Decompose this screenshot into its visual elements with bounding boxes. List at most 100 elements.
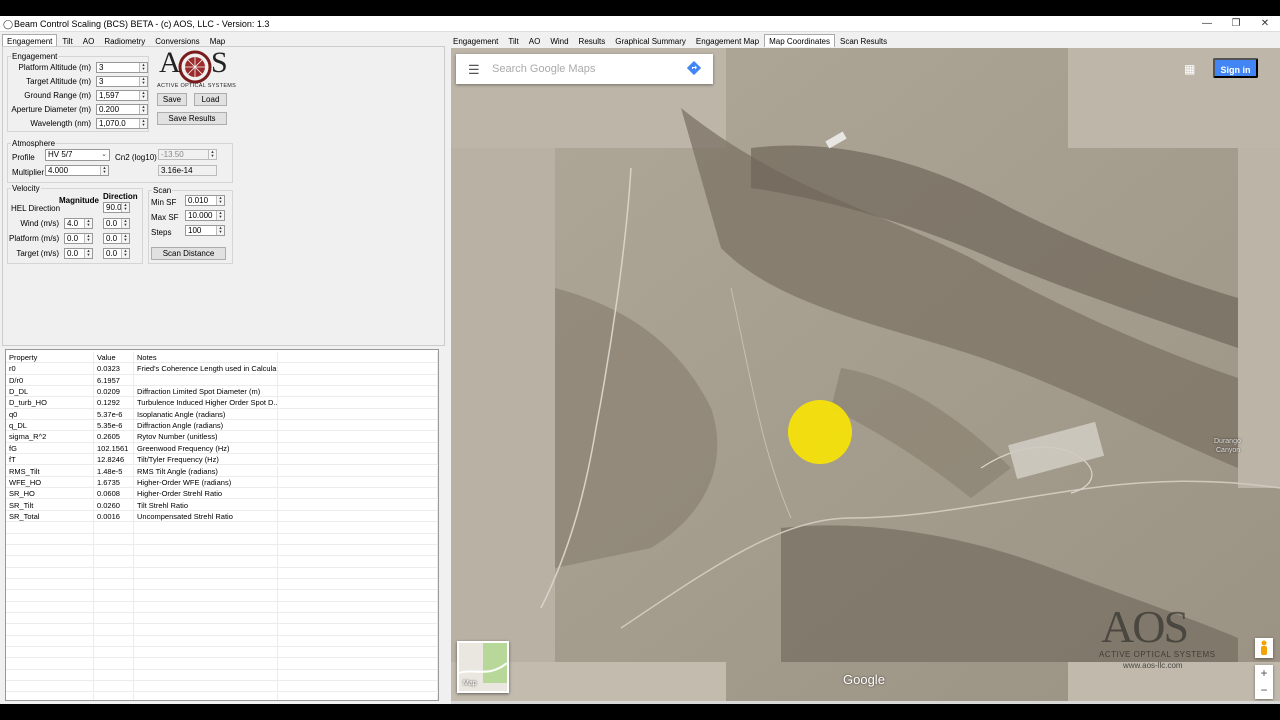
load-button[interactable]: Load: [194, 93, 227, 106]
steps-field[interactable]: 100 ▲ ▼: [185, 225, 225, 236]
table-row[interactable]: [6, 692, 438, 700]
table-row[interactable]: [6, 579, 438, 591]
velocity-direction-field[interactable]: 0.0 ▲ ▼: [103, 233, 130, 244]
right-tab-engagement-map[interactable]: Engagement Map: [691, 34, 764, 47]
directions-icon[interactable]: [687, 61, 701, 75]
spinner-icon[interactable]: ▲ ▼: [84, 234, 92, 243]
maximize-button[interactable]: ❐: [1221, 17, 1251, 31]
engagement-field-input[interactable]: 0.200 ▲ ▼: [96, 104, 148, 115]
spinner-icon[interactable]: ▲ ▼: [139, 105, 147, 114]
map-view[interactable]: Durango Canyon ☰ Search Google Maps ▦ Si…: [451, 48, 1280, 701]
table-cell: [278, 624, 438, 636]
spinner-icon[interactable]: ▲ ▼: [121, 249, 129, 258]
velocity-magnitude-field[interactable]: 4.0 ▲ ▼: [64, 218, 93, 229]
profile-select[interactable]: HV 5/7 ⌄: [45, 149, 110, 161]
velocity-magnitude-field[interactable]: 0.0 ▲ ▼: [64, 233, 93, 244]
velocity-direction-field[interactable]: 0.0 ▲ ▼: [103, 218, 130, 229]
spinner-icon[interactable]: ▲ ▼: [84, 219, 92, 228]
table-cell: [278, 431, 438, 443]
spinner-icon[interactable]: ▲ ▼: [121, 219, 129, 228]
right-tab-ao[interactable]: AO: [524, 34, 546, 47]
table-row[interactable]: [6, 522, 438, 534]
table-row[interactable]: D_turb_HO 0.1292 Turbulence Induced Higher…: [6, 397, 438, 409]
hamburger-menu-icon[interactable]: ☰: [468, 62, 480, 78]
table-row[interactable]: [6, 601, 438, 613]
spinner-icon[interactable]: ▲ ▼: [84, 249, 92, 258]
table-row[interactable]: SR_Tilt 0.0260 Tilt Strehl Ratio: [6, 499, 438, 511]
table-cell: [278, 386, 438, 398]
table-row[interactable]: [6, 647, 438, 659]
max-sf-field[interactable]: 10.000 ▲ ▼: [185, 210, 225, 221]
scan-distance-button[interactable]: Scan Distance: [151, 247, 226, 260]
map-type-toggle[interactable]: Map: [457, 641, 509, 693]
table-row[interactable]: SR_Total 0.0016 Uncompensated Strehl Ratio: [6, 510, 438, 523]
right-tab-tilt[interactable]: Tilt: [503, 34, 523, 47]
min-sf-label: Min SF: [151, 198, 177, 207]
profile-select-value: HV 5/7: [48, 150, 73, 159]
spinner-icon[interactable]: ▲ ▼: [121, 234, 129, 243]
hel-direction-field[interactable]: 90.0 ▲ ▼: [103, 202, 130, 213]
right-tab-scan-results[interactable]: Scan Results: [835, 34, 892, 47]
right-tab-wind[interactable]: Wind: [545, 34, 573, 47]
right-tab-map-coordinates[interactable]: Map Coordinates: [764, 34, 835, 47]
zoom-out-button[interactable]: −: [1255, 682, 1273, 699]
table-row[interactable]: q_DL 5.35e-6 Diffraction Angle (radians): [6, 420, 438, 432]
spinner-icon[interactable]: ▲ ▼: [139, 119, 147, 128]
spinner-icon[interactable]: ▲ ▼: [216, 226, 224, 235]
velocity-magnitude-field[interactable]: 0.0 ▲ ▼: [64, 248, 93, 259]
table-row[interactable]: [6, 658, 438, 670]
table-row[interactable]: [6, 613, 438, 625]
table-row[interactable]: r0 0.0323 Fried's Coherence Length used in…: [6, 363, 438, 375]
map-search-box[interactable]: ☰ Search Google Maps: [456, 54, 713, 84]
right-tab-graphical-summary[interactable]: Graphical Summary: [610, 34, 691, 47]
table-row[interactable]: [6, 624, 438, 636]
save-button[interactable]: Save: [157, 93, 187, 106]
spinner-icon[interactable]: ▲ ▼: [121, 203, 129, 212]
map-search-placeholder[interactable]: Search Google Maps: [492, 63, 595, 75]
table-row[interactable]: [6, 590, 438, 602]
table-row[interactable]: RMS_Tilt 1.48e-5 RMS Tilt Angle (radians): [6, 465, 438, 477]
multiplier-field[interactable]: 4.000 ▲ ▼: [45, 165, 109, 176]
table-row[interactable]: D/r0 6.1957: [6, 374, 438, 386]
table-cell: [94, 635, 134, 647]
table-row[interactable]: [6, 544, 438, 557]
scan-group-label: Scan: [152, 186, 173, 195]
spinner-icon[interactable]: ▲ ▼: [100, 166, 108, 175]
table-row[interactable]: fT 12.8246 Tilt/Tyler Frequency (Hz): [6, 454, 438, 466]
table-row[interactable]: sigma_R^2 0.2605 Rytov Number (unitless): [6, 431, 438, 443]
spinner-icon[interactable]: ▲ ▼: [139, 63, 147, 72]
spinner-icon[interactable]: ▲ ▼: [216, 196, 224, 205]
table-cell: Uncompensated Strehl Ratio: [134, 510, 278, 522]
sign-in-button[interactable]: Sign in: [1213, 58, 1258, 78]
table-row[interactable]: [6, 567, 438, 579]
cn2-label: Cn2 (log10): [115, 153, 157, 162]
engagement-field-input[interactable]: 1,597 ▲ ▼: [96, 90, 148, 101]
right-tab-results[interactable]: Results: [574, 34, 611, 47]
table-row[interactable]: SR_HO 0.0608 Higher-Order Strehl Ratio: [6, 488, 438, 500]
table-row[interactable]: q0 5.37e-6 Isoplanatic Angle (radians): [6, 408, 438, 421]
close-button[interactable]: ✕: [1250, 17, 1280, 31]
engagement-field-input[interactable]: 3 ▲ ▼: [96, 76, 148, 87]
velocity-direction-field[interactable]: 0.0 ▲ ▼: [103, 248, 130, 259]
engagement-field-input[interactable]: 3 ▲ ▼: [96, 62, 148, 73]
spinner-icon[interactable]: ▲ ▼: [139, 77, 147, 86]
min-sf-field[interactable]: 0.010 ▲ ▼: [185, 195, 225, 206]
right-tab-engagement[interactable]: Engagement: [448, 34, 503, 47]
target-marker[interactable]: [788, 400, 852, 464]
table-row[interactable]: WFE_HO 1.6735 Higher-Order WFE (radians): [6, 476, 438, 489]
table-row[interactable]: [6, 681, 438, 693]
spinner-icon[interactable]: ▲ ▼: [216, 211, 224, 220]
table-row[interactable]: [6, 635, 438, 648]
zoom-in-button[interactable]: +: [1255, 665, 1273, 682]
spinner-icon[interactable]: ▲ ▼: [139, 91, 147, 100]
apps-grid-icon[interactable]: ▦: [1184, 62, 1195, 76]
table-row[interactable]: [6, 556, 438, 568]
table-row[interactable]: [6, 533, 438, 545]
table-row[interactable]: [6, 669, 438, 682]
pegman-icon[interactable]: [1255, 638, 1273, 658]
table-row[interactable]: D_DL 0.0209 Diffraction Limited Spot Diame…: [6, 386, 438, 398]
table-row[interactable]: fG 102.1561 Greenwood Frequency (Hz): [6, 442, 438, 455]
save-results-button[interactable]: Save Results: [157, 112, 227, 125]
engagement-field-input[interactable]: 1,070.0 ▲ ▼: [96, 118, 148, 129]
minimize-button[interactable]: —: [1192, 17, 1222, 31]
